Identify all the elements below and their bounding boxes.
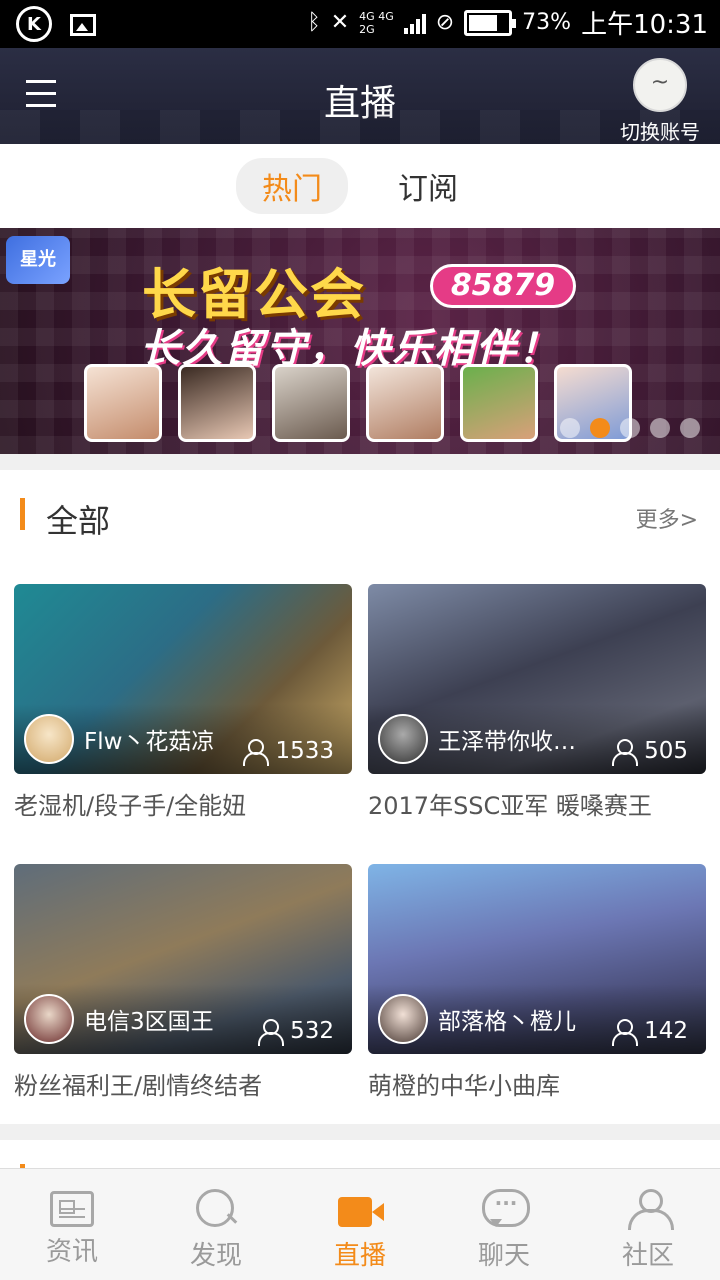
news-icon bbox=[50, 1191, 94, 1227]
streamer-avatar bbox=[24, 994, 74, 1044]
person-icon bbox=[256, 1018, 285, 1046]
no-sim-icon: ⊘ bbox=[435, 10, 455, 35]
divider bbox=[0, 454, 720, 470]
viewer-count: 142 bbox=[610, 1018, 688, 1046]
viewer-count: 505 bbox=[610, 738, 688, 766]
battery-icon bbox=[464, 9, 517, 36]
banner-face bbox=[366, 364, 444, 442]
banner-badge: 85879 bbox=[430, 264, 576, 308]
promo-banner[interactable]: 星光 长留公会 85879 长久留守，快乐相伴！ bbox=[0, 228, 720, 454]
banner-face bbox=[272, 364, 350, 442]
nav-live[interactable]: 直播 bbox=[288, 1169, 432, 1280]
stream-thumbnail[interactable]: Flw丶花菇凉 1533 bbox=[14, 584, 352, 774]
stream-thumbnail[interactable]: 王泽带你收… 505 bbox=[368, 584, 706, 774]
nav-label: 聊天 bbox=[477, 1241, 530, 1271]
carousel-dot[interactable] bbox=[560, 418, 580, 438]
stream-card[interactable]: 电信3区国王 532 粉丝福利王/剧情终结者 bbox=[14, 864, 352, 1101]
stream-description: 萌橙的中华小曲库 bbox=[368, 1072, 560, 1100]
streamer-name: Flw丶花菇凉 bbox=[84, 729, 215, 755]
divider bbox=[0, 1124, 720, 1140]
stream-description: 粉丝福利王/剧情终结者 bbox=[14, 1072, 263, 1100]
carousel-dot-active[interactable] bbox=[590, 418, 610, 438]
section-title: 全部 bbox=[46, 502, 111, 540]
tab-hot[interactable]: 热门 bbox=[236, 158, 348, 214]
stream-card[interactable]: Flw丶花菇凉 1533 老湿机/段子手/全能妞 bbox=[14, 584, 352, 821]
banner-face bbox=[460, 364, 538, 442]
switch-account-button[interactable]: 切换账号 bbox=[618, 58, 702, 145]
streamer-name: 部落格丶橙儿 bbox=[438, 1009, 576, 1035]
streamer-avatar bbox=[24, 714, 74, 764]
mute-icon: ✕ bbox=[330, 10, 350, 35]
banner-face bbox=[178, 364, 256, 442]
page-title: 直播 bbox=[323, 83, 396, 124]
nav-label: 直播 bbox=[333, 1241, 386, 1271]
carousel-dot[interactable] bbox=[650, 418, 670, 438]
carousel-indicator bbox=[560, 418, 700, 438]
nav-discover[interactable]: 发现 bbox=[144, 1169, 288, 1280]
carousel-dot[interactable] bbox=[620, 418, 640, 438]
viewer-count: 532 bbox=[256, 1018, 334, 1046]
switch-account-label: 切换账号 bbox=[620, 120, 700, 144]
tab-bar: 热门 订阅 bbox=[0, 144, 720, 228]
stream-card[interactable]: 部落格丶橙儿 142 萌橙的中华小曲库 bbox=[368, 864, 706, 1101]
bottom-nav: 资讯 发现 直播 聊天 社区 bbox=[0, 1168, 720, 1280]
stream-thumbnail[interactable]: 电信3区国王 532 bbox=[14, 864, 352, 1054]
section-accent-bar bbox=[20, 498, 25, 530]
account-avatar[interactable] bbox=[633, 58, 687, 112]
clock: 上午10:31 bbox=[581, 10, 708, 40]
stream-thumbnail[interactable]: 部落格丶橙儿 142 bbox=[368, 864, 706, 1054]
person-icon bbox=[610, 1018, 639, 1046]
nav-label: 社区 bbox=[621, 1241, 674, 1271]
streamer-avatar bbox=[378, 714, 428, 764]
more-link[interactable]: 更多> bbox=[636, 502, 698, 534]
network-type: 4G 4G 2G bbox=[359, 9, 394, 36]
signal-icon bbox=[403, 12, 426, 34]
search-icon bbox=[192, 1187, 240, 1231]
carousel-dot[interactable] bbox=[680, 418, 700, 438]
viewer-count: 1533 bbox=[241, 738, 334, 766]
stream-description: 2017年SSC亚军 暖嗓赛王 bbox=[368, 792, 652, 820]
app-header: 直播 切换账号 bbox=[0, 48, 720, 144]
k-logo-icon: K bbox=[16, 6, 52, 42]
live-camera-icon bbox=[336, 1187, 384, 1231]
stream-card[interactable]: 王泽带你收… 505 2017年SSC亚军 暖嗓赛王 bbox=[368, 584, 706, 821]
banner-face bbox=[84, 364, 162, 442]
nav-news[interactable]: 资讯 bbox=[0, 1169, 144, 1280]
person-icon bbox=[241, 738, 270, 766]
streamer-name: 电信3区国王 bbox=[84, 1009, 214, 1035]
nav-chat[interactable]: 聊天 bbox=[432, 1169, 576, 1280]
chat-icon bbox=[480, 1187, 530, 1231]
nav-label: 发现 bbox=[189, 1241, 242, 1271]
tab-subscribe[interactable]: 订阅 bbox=[372, 158, 484, 214]
image-notification-icon bbox=[70, 14, 96, 36]
nav-community[interactable]: 社区 bbox=[576, 1169, 720, 1280]
nav-label: 资讯 bbox=[45, 1237, 98, 1267]
battery-percent: 73% bbox=[522, 10, 572, 35]
status-bar: K ᛒ ✕ 4G 4G 2G ⊘ 73% 上午10:31 bbox=[0, 0, 720, 48]
person-icon bbox=[610, 738, 639, 766]
section-header: 全部 更多> bbox=[0, 470, 720, 560]
banner-logo: 星光 bbox=[6, 236, 70, 284]
streamer-avatar bbox=[378, 994, 428, 1044]
banner-faces bbox=[84, 364, 632, 442]
streamer-name: 王泽带你收… bbox=[438, 729, 576, 755]
bluetooth-icon: ᛒ bbox=[307, 10, 321, 35]
stream-description: 老湿机/段子手/全能妞 bbox=[14, 792, 247, 820]
community-icon bbox=[624, 1187, 674, 1231]
